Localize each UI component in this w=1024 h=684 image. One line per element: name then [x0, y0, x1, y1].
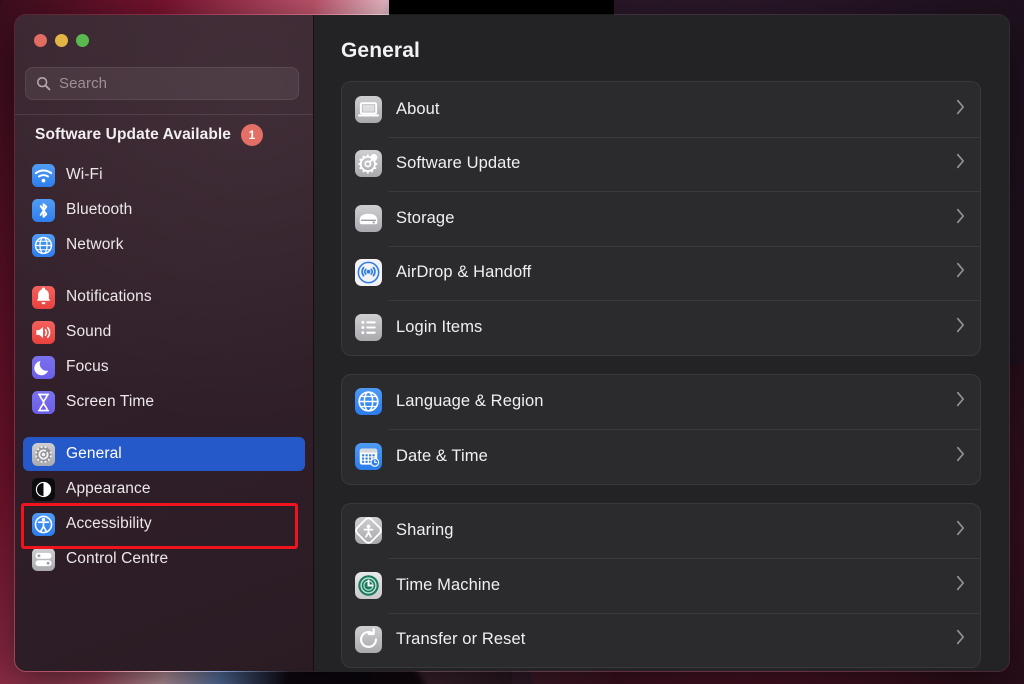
chevron-right-icon [955, 390, 966, 413]
chevron-right-icon [955, 519, 966, 542]
update-icon [355, 150, 382, 178]
settings-row-sharing[interactable]: Sharing [342, 504, 980, 559]
list-icon [355, 313, 382, 341]
sidebar-item-label: Sound [66, 323, 112, 340]
settings-row-language-region[interactable]: Language & Region [342, 375, 980, 430]
settings-row-transfer-or-reset[interactable]: Transfer or Reset [342, 612, 980, 668]
status-badge: 1 [241, 124, 264, 146]
settings-cards: About Software Update Storage AirDrop & Han… [341, 81, 981, 668]
sidebar-group-separator [23, 263, 305, 280]
chevron-right-icon [955, 316, 966, 339]
gear-icon [32, 442, 55, 466]
software-update-label: Software Update Available [35, 126, 232, 143]
chevron-right-icon [955, 628, 966, 651]
sidebar-item-bluetooth[interactable]: Bluetooth [23, 193, 305, 227]
sidebar-item-label: Accessibility [66, 515, 152, 532]
sidebar-item-general[interactable]: General [23, 437, 305, 471]
laptop-icon [355, 95, 382, 123]
zoom-button[interactable] [76, 34, 89, 47]
close-button[interactable] [34, 34, 47, 47]
software-update-notice[interactable]: Software Update Available 1 [15, 115, 313, 146]
sidebar-nav: Wi-Fi Bluetooth Network Notifications Sound F… [15, 158, 313, 577]
accessibility-icon [32, 512, 55, 536]
sidebar-item-accessibility[interactable]: Accessibility [23, 507, 305, 541]
calendar-icon [355, 442, 382, 470]
sidebar-item-label: Screen Time [66, 393, 155, 410]
search-icon [36, 76, 51, 91]
sliders-icon [32, 547, 55, 571]
sidebar-item-label: General [66, 445, 122, 462]
sidebar-item-label: Focus [66, 358, 109, 375]
chevron-right-icon [955, 152, 966, 175]
page-title: General [341, 39, 420, 62]
sidebar-group: Notifications Sound Focus Screen Time [23, 280, 305, 419]
settings-row-label: Storage [396, 208, 455, 227]
sidebar-item-label: Notifications [66, 288, 152, 305]
chevron-right-icon [955, 261, 966, 284]
sidebar-item-label: Network [66, 236, 124, 253]
search-placeholder: Search [59, 75, 108, 92]
sidebar-item-focus[interactable]: Focus [23, 350, 305, 384]
settings-card: About Software Update Storage AirDrop & Han… [341, 81, 981, 356]
globe-icon [355, 388, 382, 416]
search-input[interactable]: Search [25, 67, 299, 100]
sidebar-item-label: Control Centre [66, 550, 169, 567]
settings-row-label: About [396, 99, 440, 118]
settings-row-label: Language & Region [396, 392, 544, 411]
time-machine-icon [355, 571, 382, 599]
sidebar-item-label: Wi-Fi [66, 166, 103, 183]
sidebar-item-wi-fi[interactable]: Wi-Fi [23, 158, 305, 192]
settings-row-label: Login Items [396, 317, 483, 336]
chevron-right-icon [955, 98, 966, 121]
main-panel: General About Software Update Storage AirDr… [314, 15, 1009, 671]
window-controls [15, 15, 313, 47]
settings-card: Sharing Time Machine Transfer or Reset [341, 502, 981, 668]
settings-row-label: Date & Time [396, 446, 488, 465]
settings-row-label: AirDrop & Handoff [396, 263, 532, 282]
bluetooth-icon [32, 198, 55, 222]
settings-row-label: Time Machine [396, 575, 501, 594]
sidebar-item-sound[interactable]: Sound [23, 315, 305, 349]
bell-icon [32, 285, 55, 309]
globe-icon [32, 233, 55, 257]
disk-icon [355, 204, 382, 232]
settings-row-label: Transfer or Reset [396, 630, 526, 649]
hourglass-icon [32, 390, 55, 414]
sidebar-item-network[interactable]: Network [23, 228, 305, 262]
sidebar-item-label: Appearance [66, 480, 151, 497]
chevron-right-icon [955, 445, 966, 468]
minimize-button[interactable] [55, 34, 68, 47]
settings-row-login-items[interactable]: Login Items [342, 300, 980, 355]
chevron-right-icon [955, 574, 966, 597]
settings-row-label: Software Update [396, 154, 521, 173]
sidebar-item-appearance[interactable]: Appearance [23, 472, 305, 506]
sidebar-item-notifications[interactable]: Notifications [23, 280, 305, 314]
sidebar-group: General Appearance Accessibility Control Ce… [23, 437, 305, 576]
sidebar-group-separator [23, 420, 305, 437]
sidebar-group: Wi-Fi Bluetooth Network [23, 158, 305, 262]
airdrop-icon [355, 259, 382, 287]
settings-row-label: Sharing [396, 521, 454, 540]
settings-row-time-machine[interactable]: Time Machine [342, 558, 980, 613]
settings-row-storage[interactable]: Storage [342, 191, 980, 246]
sidebar-item-control-centre[interactable]: Control Centre [23, 542, 305, 576]
wifi-icon [32, 163, 55, 187]
chevron-right-icon [955, 207, 966, 230]
sidebar-item-label: Bluetooth [66, 201, 133, 218]
system-settings-window: Search Software Update Available 1 Wi-Fi… [14, 14, 1010, 672]
settings-row-date-time[interactable]: Date & Time [342, 429, 980, 484]
appearance-icon [32, 477, 55, 501]
settings-row-software-update[interactable]: Software Update [342, 136, 980, 192]
sidebar-item-screen-time[interactable]: Screen Time [23, 385, 305, 419]
reset-icon [355, 626, 382, 654]
settings-row-airdrop-handoff[interactable]: AirDrop & Handoff [342, 245, 980, 301]
sidebar: Search Software Update Available 1 Wi-Fi… [15, 15, 314, 671]
settings-row-about[interactable]: About [342, 82, 980, 137]
sharing-icon [355, 517, 382, 545]
moon-icon [32, 355, 55, 379]
speaker-icon [32, 320, 55, 344]
settings-card: Language & Region Date & Time [341, 373, 981, 485]
